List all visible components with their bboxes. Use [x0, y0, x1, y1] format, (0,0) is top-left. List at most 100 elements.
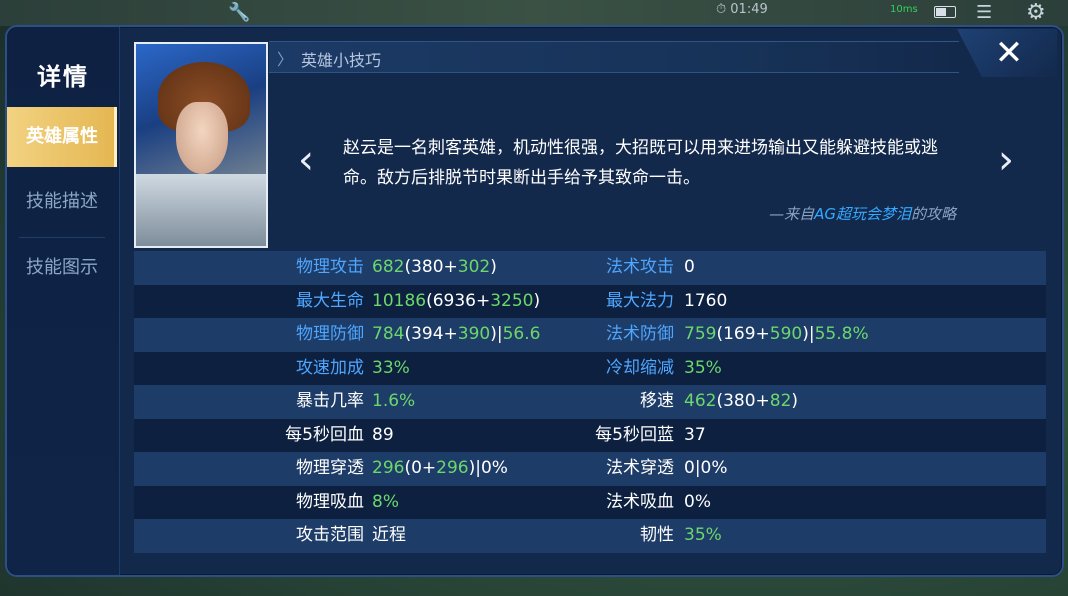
stat-value: 近程 — [372, 519, 406, 553]
stat-value-part: 0|0% — [684, 458, 728, 478]
ping-indicator: 10ms — [890, 4, 918, 15]
stats-table: 物理攻击 682(380+302) 法术攻击 0 最大生命 10186(6936+3250… — [134, 251, 1046, 553]
clock-time-text: 01:49 — [730, 2, 768, 17]
stat-value: 0% — [684, 486, 711, 520]
stat-row: 最大生命 10186(6936+3250) 最大法力 1760 — [134, 284, 1046, 319]
stat-value-part: 82 — [769, 391, 792, 411]
stat-value-part: 1.6% — [372, 391, 416, 411]
stat-value-part: (380+ — [404, 257, 458, 277]
stat-value: 35% — [684, 519, 722, 553]
stat-row: 物理穿透 296(0+296)|0% 法术穿透 0|0% — [134, 452, 1046, 486]
tab-hero-attributes[interactable]: 英雄属性 — [7, 107, 117, 167]
stat-value-part: 56.6 — [502, 324, 541, 344]
stat-value-part: 0 — [684, 257, 695, 277]
stat-value: 10186(6936+3250) — [372, 285, 540, 319]
tips-header: 〉 英雄小技巧 — [269, 41, 959, 73]
stat-row: 攻速加成 33% 冷却缩减 35% — [134, 351, 1046, 386]
stat-value: 89 — [372, 419, 394, 453]
stat-value-part: 55.8% — [814, 324, 869, 344]
stat-value-part: ) — [791, 391, 799, 411]
next-tip-button[interactable]: › — [989, 140, 1023, 184]
stat-value-part: 759 — [684, 324, 717, 344]
tip-author-link[interactable]: AG超玩会梦泪 — [814, 205, 911, 223]
stat-label: 最大生命 — [296, 290, 364, 311]
stat-label: 最大法力 — [606, 290, 674, 311]
stat-value-part: (0+ — [404, 458, 437, 478]
chevron-right-icon: › — [998, 137, 1014, 183]
stat-row: 每5秒回血 89 每5秒回蓝 37 — [134, 418, 1046, 453]
stat-label: 攻击范围 — [296, 525, 364, 545]
menu-icon[interactable]: ☰ — [976, 4, 992, 22]
stat-value-part: 35% — [684, 357, 722, 378]
stat-label: 韧性 — [640, 525, 674, 545]
close-button[interactable]: ✕ — [957, 29, 1057, 77]
stat-value-part: 390 — [457, 324, 491, 344]
portrait-armor — [136, 174, 266, 246]
stat-value-part: (169+ — [716, 324, 770, 344]
tab-skill-illustration[interactable]: 技能图示 — [7, 238, 117, 298]
stat-value-part: 296 — [436, 458, 469, 478]
stat-label: 物理吸血 — [296, 491, 364, 512]
stat-label: 每5秒回血 — [285, 424, 364, 445]
stat-value-part: ) — [533, 290, 541, 311]
stat-label: 攻速加成 — [296, 357, 364, 378]
stat-value-part: 10186 — [372, 290, 427, 311]
stat-value-part: 8% — [372, 491, 399, 512]
stat-label: 法术防御 — [606, 324, 674, 344]
stat-row: 攻击范围 近程 韧性 35% — [134, 519, 1046, 553]
stat-row: 物理攻击 682(380+302) 法术攻击 0 — [134, 251, 1046, 285]
chevron-right-icon: 〉 — [277, 50, 294, 69]
tip-source-suffix: 的攻略 — [910, 205, 956, 223]
stat-label: 冷却缩减 — [606, 357, 674, 378]
stat-value: 37 — [684, 419, 706, 453]
stat-value-part: ) — [490, 257, 497, 277]
stat-value-part: 1760 — [684, 290, 728, 311]
stat-label: 移速 — [640, 391, 674, 411]
stat-value: 0 — [684, 251, 695, 285]
stat-label: 暴击几率 — [296, 391, 364, 411]
stat-value: 296(0+296)|0% — [372, 452, 508, 486]
stat-row: 暴击几率 1.6% 移速 462(380+82) — [134, 385, 1046, 419]
portrait-face — [176, 102, 228, 174]
stat-row: 物理吸血 8% 法术吸血 0% — [134, 485, 1046, 520]
tab-skill-description[interactable]: 技能描述 — [7, 172, 117, 232]
stat-value: 784(394+390)|56.6 — [372, 318, 540, 352]
stat-value-part: )| — [490, 324, 503, 344]
stat-label: 每5秒回蓝 — [595, 424, 674, 445]
stat-value-part: 3250 — [490, 290, 534, 311]
stat-value-part: 590 — [769, 324, 803, 344]
stat-value-part: 37 — [684, 424, 706, 445]
stat-label: 法术穿透 — [606, 458, 674, 478]
wrench-icon: 🔧 — [228, 2, 251, 23]
hero-portrait — [134, 42, 268, 248]
stat-row: 物理防御 784(394+390)|56.6 法术防御 759(169+590)|55… — [134, 318, 1046, 352]
stat-value-part: 784 — [372, 324, 405, 344]
stat-label: 法术攻击 — [606, 257, 674, 277]
stat-value-part: 近程 — [372, 525, 406, 545]
stat-label: 物理防御 — [296, 324, 364, 344]
stat-value: 33% — [372, 352, 410, 386]
stat-value-part: 35% — [684, 525, 722, 545]
stat-value-part: 462 — [684, 391, 717, 411]
stat-value: 8% — [372, 486, 399, 520]
stat-value-part: )|0% — [468, 458, 508, 478]
stat-value-part: 682 — [372, 257, 405, 277]
stat-value: 462(380+82) — [684, 385, 798, 419]
stat-value: 1.6% — [372, 385, 415, 419]
stat-value: 0|0% — [684, 452, 728, 486]
prev-tip-button[interactable]: ‹ — [289, 140, 323, 184]
close-icon: ✕ — [994, 33, 1024, 73]
stat-value-part: 89 — [372, 424, 394, 445]
stat-value-part: 33% — [372, 357, 410, 378]
stat-value-part: )| — [802, 324, 815, 344]
stat-value-part: 302 — [457, 257, 491, 277]
stat-value: 1760 — [684, 285, 727, 319]
sidebar-title: 详情 — [37, 63, 89, 91]
gear-icon[interactable]: ⚙ — [1026, 2, 1046, 24]
stat-label: 物理穿透 — [296, 458, 364, 478]
stat-value: 35% — [684, 352, 722, 386]
clock-time: ⏱ 01:49 — [716, 2, 768, 17]
battery-icon — [934, 6, 956, 18]
stat-label: 物理攻击 — [296, 257, 364, 277]
tip-source: —来自AG超玩会梦泪的攻略 — [769, 203, 956, 224]
